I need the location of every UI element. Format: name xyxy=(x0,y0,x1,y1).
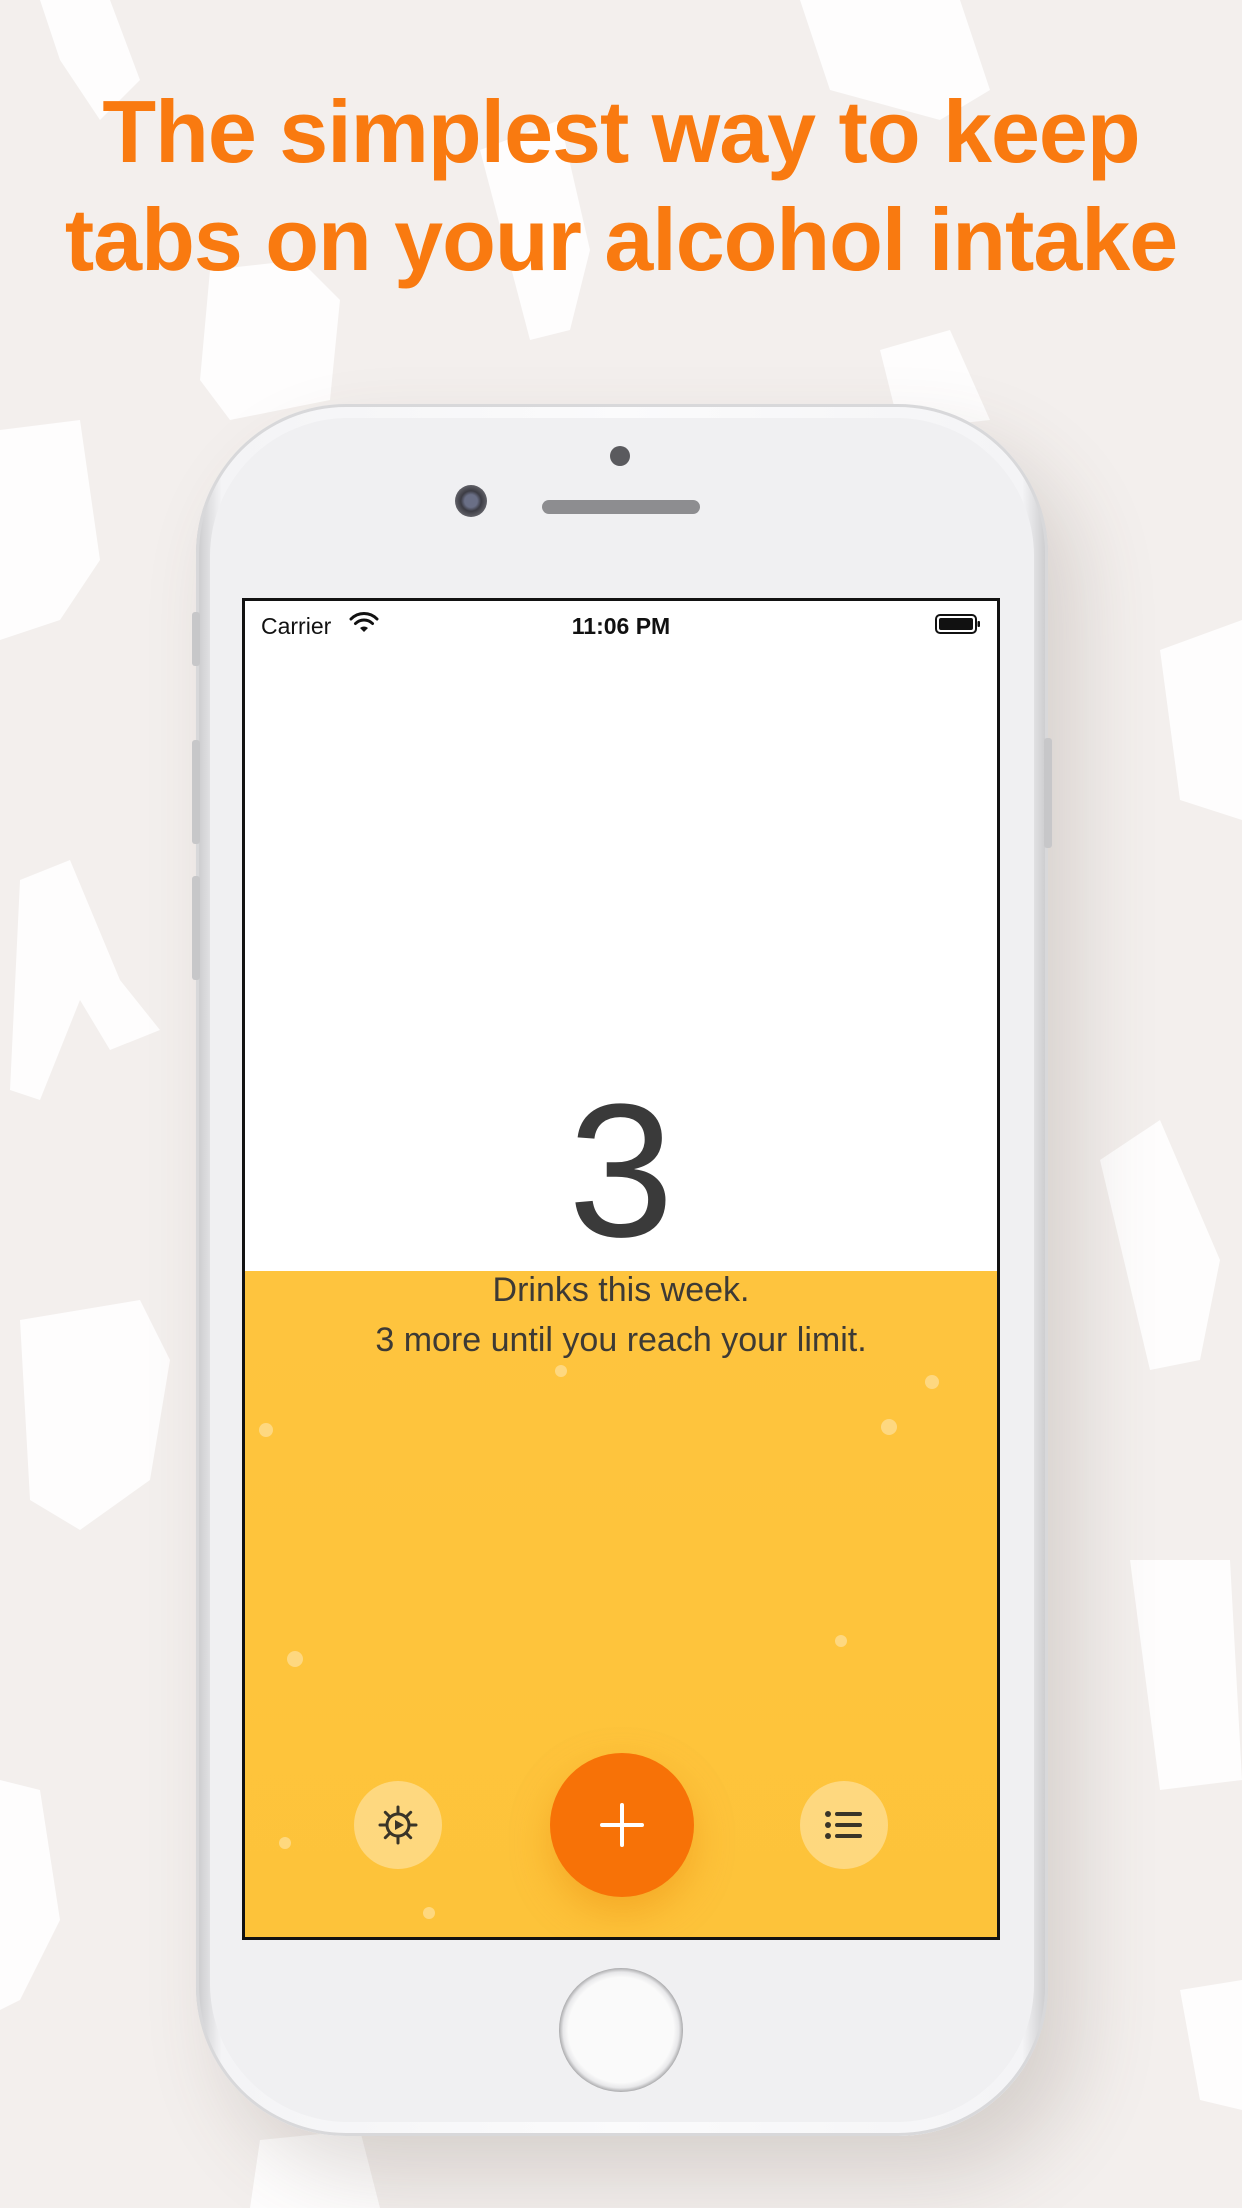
earpiece-speaker xyxy=(542,500,700,514)
bubble xyxy=(835,1635,847,1647)
bubble xyxy=(287,1651,303,1667)
phone-volume-down xyxy=(192,876,200,980)
status-time: 11:06 PM xyxy=(571,613,671,639)
bubble xyxy=(259,1423,273,1437)
bubble xyxy=(279,1837,291,1849)
phone-mute-switch xyxy=(192,612,200,666)
beer-fill-panel: Drinks this week. 3 more until you reach… xyxy=(245,1271,997,1937)
drink-count: 3 xyxy=(568,1065,674,1277)
phone-volume-up xyxy=(192,740,200,844)
add-drink-button[interactable] xyxy=(550,1753,694,1897)
list-icon xyxy=(825,1811,862,1839)
settings-button[interactable] xyxy=(354,1781,442,1869)
battery-icon xyxy=(935,614,980,634)
bubble xyxy=(925,1375,939,1389)
history-list-button[interactable] xyxy=(800,1781,888,1869)
home-button[interactable] xyxy=(559,1968,683,2092)
bubble xyxy=(881,1419,897,1435)
headline-line-2: tabs on your alcohol intake xyxy=(64,190,1178,289)
bubble xyxy=(423,1907,435,1919)
headline: The simplest way to keep tabs on your al… xyxy=(0,78,1242,294)
front-camera xyxy=(455,485,487,517)
proximity-sensor xyxy=(610,446,630,466)
headline-line-1: The simplest way to keep xyxy=(102,82,1140,181)
status-bar: Carrier 11:06 PM xyxy=(245,601,997,641)
remaining-limit-label: 3 more until you reach your limit. xyxy=(375,1321,867,1359)
bubble xyxy=(555,1365,567,1377)
drinks-this-week-label: Drinks this week. xyxy=(492,1271,750,1309)
gear-icon xyxy=(378,1805,418,1845)
app-screen: Carrier 11:06 PM 3 Drinks this week. 3 m… xyxy=(242,598,1000,1940)
plus-icon xyxy=(600,1803,644,1847)
phone-power-button xyxy=(1044,738,1052,848)
